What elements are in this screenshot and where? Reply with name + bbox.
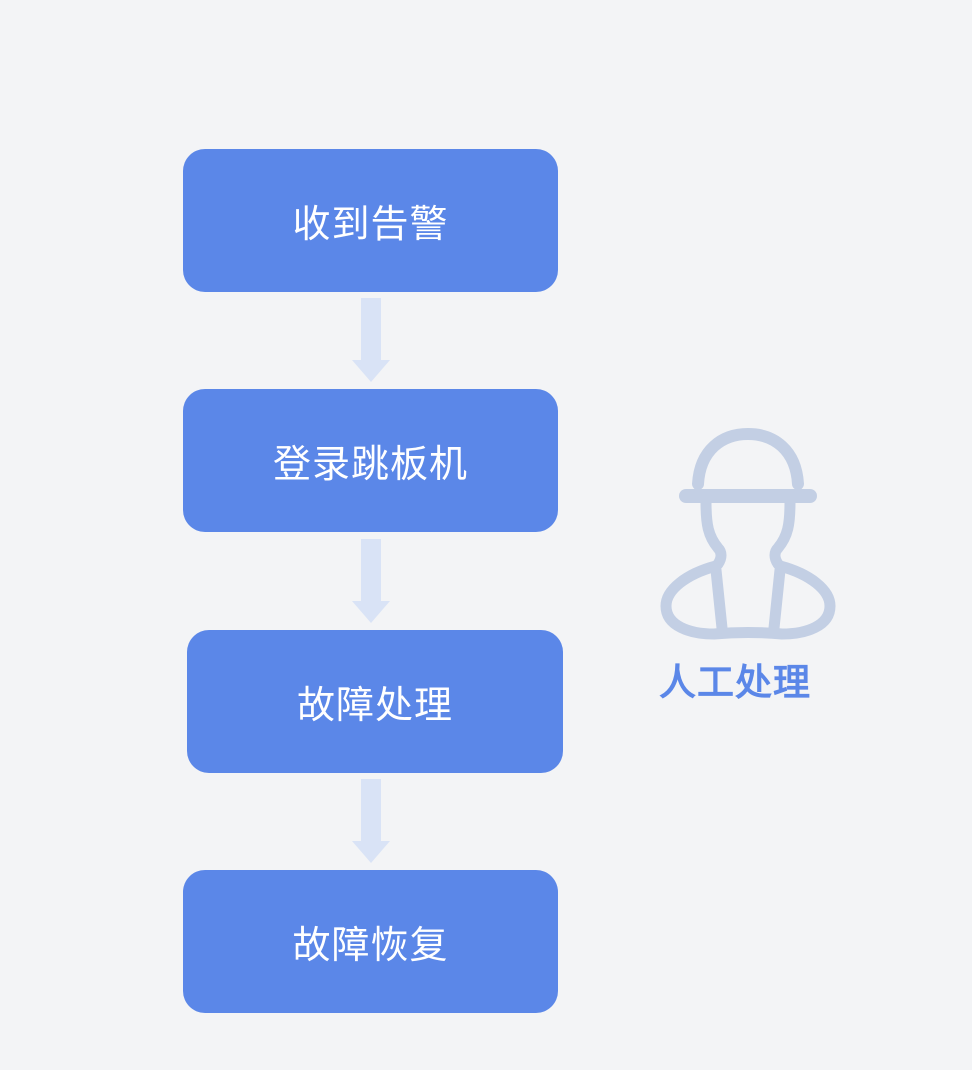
step-label: 登录跳板机 <box>272 442 468 486</box>
step-fault-handling: 故障处理 <box>187 630 563 773</box>
down-arrow-icon <box>352 539 390 623</box>
step-label: 收到告警 <box>292 202 449 246</box>
flow-diagram: 收到告警 登录跳板机 故障处理 故障恢复 人工处理 <box>0 0 972 1070</box>
step-label: 故障恢复 <box>292 923 449 967</box>
down-arrow-icon <box>352 779 390 863</box>
worker-hardhat-icon <box>660 428 836 640</box>
actor-label: 人工处理 <box>659 661 811 704</box>
down-arrow-icon <box>352 298 390 382</box>
step-label: 故障处理 <box>296 683 453 727</box>
step-login-jump-server: 登录跳板机 <box>183 389 558 532</box>
step-receive-alert: 收到告警 <box>183 149 558 292</box>
step-fault-recovery: 故障恢复 <box>183 870 558 1013</box>
